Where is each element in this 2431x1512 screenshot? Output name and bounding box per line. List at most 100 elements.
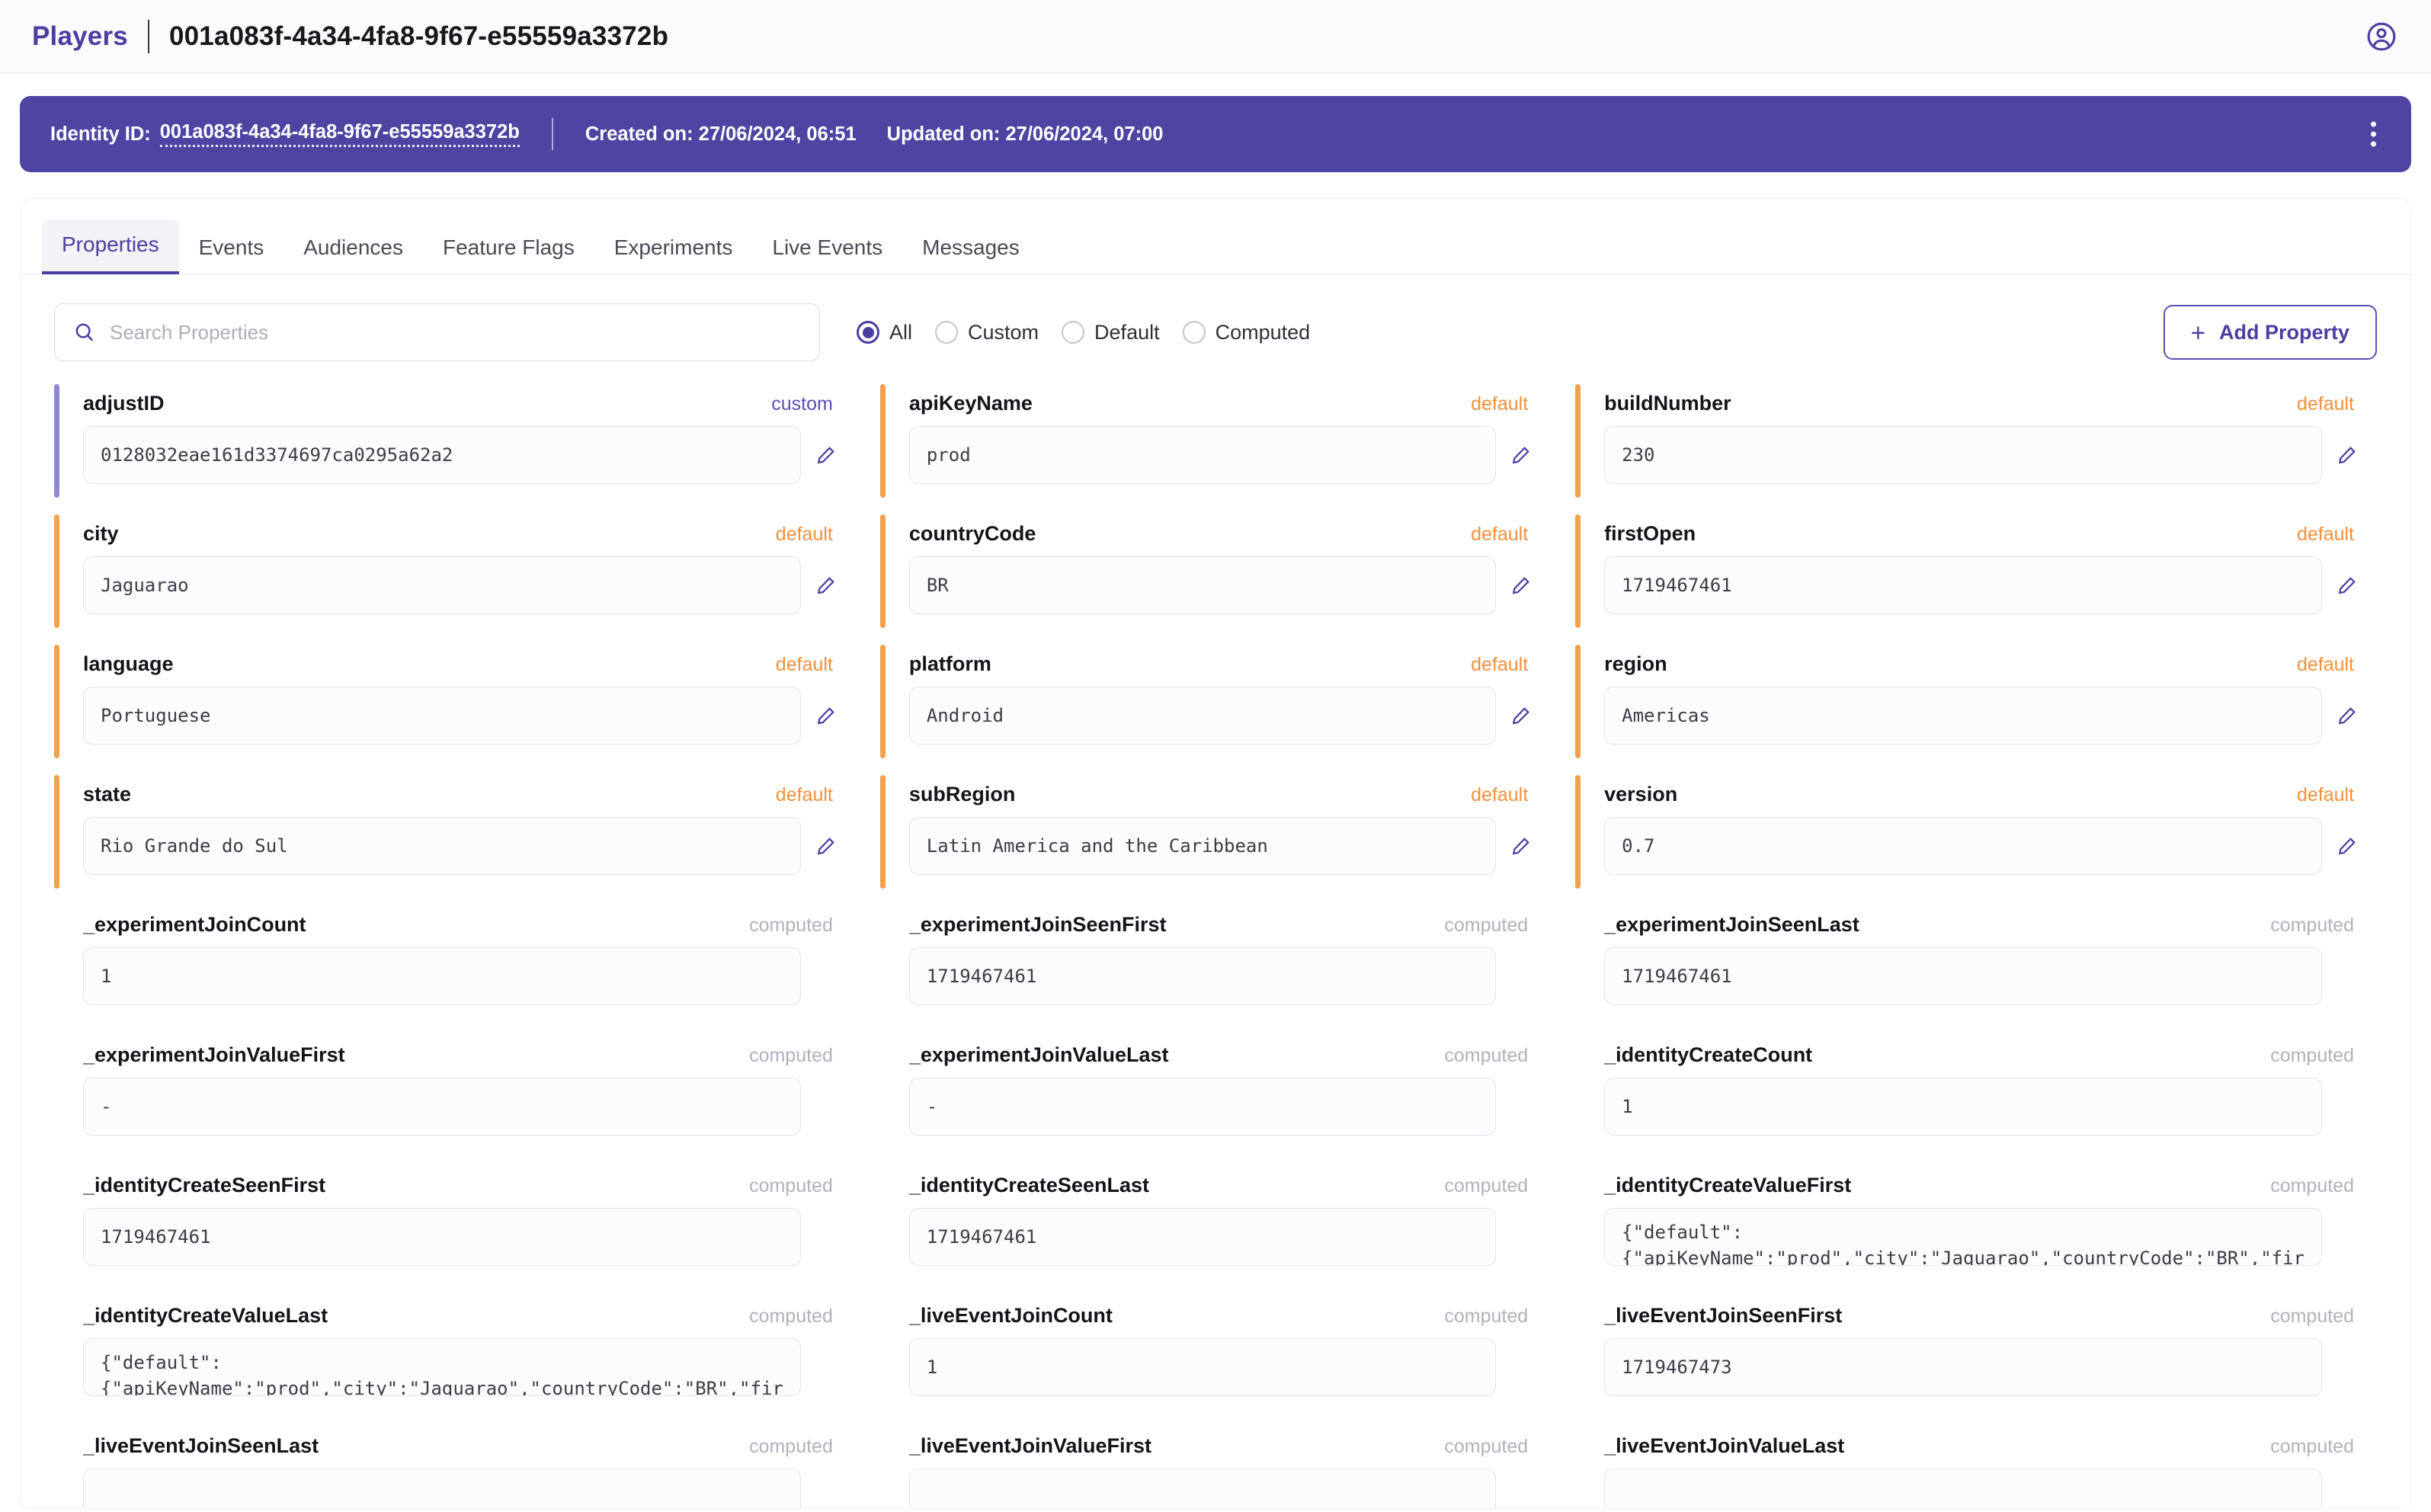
property-name: buildNumber (1604, 392, 1731, 415)
property-card-header: adjustID custom (71, 392, 839, 415)
filter-radio-default[interactable]: Default (1062, 321, 1160, 344)
filter-toolbar: All Custom Default Computed + Add Property (21, 274, 2410, 361)
property-value-box[interactable]: 1719467461 (1604, 556, 2322, 614)
property-value-box[interactable] (83, 1469, 801, 1508)
search-properties-box[interactable] (54, 303, 820, 361)
radio-indicator (1182, 321, 1206, 344)
edit-pencil-icon[interactable] (813, 574, 839, 597)
tab-feature-flags[interactable]: Feature Flags (423, 223, 594, 274)
property-name: _identityCreateSeenLast (908, 1174, 1149, 1196)
property-name: platform (908, 652, 991, 675)
tab-live-events[interactable]: Live Events (752, 223, 902, 274)
filter-radio-label: Default (1094, 320, 1160, 344)
edit-pencil-icon[interactable] (2334, 574, 2360, 597)
property-value-box[interactable]: - (83, 1078, 801, 1136)
property-value-text: BR (926, 575, 949, 596)
edit-pencil-icon[interactable] (2334, 704, 2360, 727)
property-value-box[interactable]: 1719467461 (908, 947, 1497, 1005)
property-value-box[interactable]: {"default": {"apiKeyName":"prod","city":… (83, 1338, 801, 1396)
property-name: _experimentJoinCount (83, 913, 306, 936)
property-value-box[interactable]: 1 (83, 947, 801, 1005)
property-type-badge: default (2296, 784, 2354, 806)
property-value-text: 1 (1622, 1096, 1633, 1117)
property-value-text: - (926, 1096, 938, 1117)
edit-pencil-icon[interactable] (1508, 574, 1534, 597)
property-card: _identityCreateValueFirst computed {"defau… (1575, 1160, 2377, 1290)
property-type-badge: computed (2270, 1305, 2354, 1327)
property-type-badge: computed (749, 915, 833, 936)
property-value-box[interactable]: - (908, 1078, 1497, 1136)
property-card: city default Jaguarao (54, 508, 856, 639)
property-value-box[interactable]: 0.7 (1604, 817, 2322, 875)
property-value-box[interactable]: 1 (1604, 1078, 2322, 1136)
property-value-text: {"default": {"apiKeyName":"prod","city":… (1622, 1222, 2304, 1266)
edit-pencil-icon[interactable] (2334, 444, 2360, 466)
property-value-box[interactable]: Rio Grande do Sul (83, 817, 801, 875)
property-card: _experimentJoinValueFirst computed - (54, 1030, 856, 1160)
tab-experiments[interactable]: Experiments (594, 223, 753, 274)
property-card: _liveEventJoinValueLast computed (1575, 1421, 2377, 1508)
property-name: countryCode (908, 522, 1036, 545)
property-card: countryCode default BR (879, 508, 1552, 639)
tab-messages[interactable]: Messages (902, 223, 1039, 274)
filter-radio-custom[interactable]: Custom (935, 321, 1039, 344)
identity-id-label: Identity ID: (50, 123, 151, 145)
property-value-text: 1719467473 (1622, 1357, 1732, 1378)
property-value-box[interactable]: Latin America and the Caribbean (908, 817, 1497, 875)
property-name: region (1604, 652, 1667, 675)
property-value-box[interactable]: 1719467461 (908, 1208, 1497, 1266)
edit-pencil-icon[interactable] (813, 704, 839, 727)
property-value-box[interactable]: Android (908, 687, 1497, 745)
property-type-badge: computed (2270, 915, 2354, 936)
filter-radio-all[interactable]: All (857, 321, 912, 344)
property-value-row: Rio Grande do Sul (71, 817, 839, 875)
property-value-box[interactable]: prod (908, 426, 1497, 484)
property-card: _liveEventJoinSeenLast computed (54, 1421, 856, 1508)
property-value-box[interactable]: 0128032eae161d3374697ca0295a62a2 (83, 426, 801, 484)
tab-properties[interactable]: Properties (42, 219, 179, 274)
edit-pencil-icon[interactable] (1508, 704, 1534, 727)
property-value-box[interactable]: 1719467461 (1604, 947, 2322, 1005)
property-type-badge: default (2296, 524, 2354, 545)
property-card: firstOpen default 1719467461 (1575, 508, 2377, 639)
property-card-header: _liveEventJoinValueLast computed (1592, 1434, 2360, 1458)
property-value-text: Rio Grande do Sul (101, 835, 288, 857)
property-value-text: 1719467461 (926, 1226, 1037, 1248)
property-card: version default 0.7 (1575, 769, 2377, 899)
more-vertical-icon[interactable] (2365, 116, 2382, 153)
filter-radio-computed[interactable]: Computed (1182, 321, 1310, 344)
property-value-row: 1 (897, 1338, 1534, 1396)
property-value-box[interactable]: 230 (1604, 426, 2322, 484)
edit-pencil-icon[interactable] (2334, 834, 2360, 857)
property-value-box[interactable] (1604, 1469, 2322, 1508)
property-card-header: countryCode default (897, 522, 1534, 546)
property-value-box[interactable]: 1719467473 (1604, 1338, 2322, 1396)
breadcrumb-players[interactable]: Players (32, 21, 128, 52)
property-value-box[interactable]: 1719467461 (83, 1208, 801, 1266)
edit-pencil-icon[interactable] (1508, 834, 1534, 857)
account-circle-icon[interactable] (2364, 19, 2399, 54)
property-value-box[interactable]: BR (908, 556, 1497, 614)
edit-pencil-icon[interactable] (813, 444, 839, 466)
property-type-badge: computed (1444, 1436, 1529, 1457)
property-value-row (71, 1469, 839, 1508)
property-value-row: 1719467473 (1592, 1338, 2360, 1396)
identity-id-value[interactable]: 001a083f-4a34-4fa8-9f67-e55559a3372b (159, 121, 520, 147)
property-type-badge: default (2296, 393, 2354, 415)
property-value-box[interactable]: Portuguese (83, 687, 801, 745)
edit-pencil-icon[interactable] (813, 834, 839, 857)
edit-pencil-icon[interactable] (1508, 444, 1534, 466)
property-value-text: 230 (1622, 444, 1655, 466)
property-value-box[interactable] (908, 1469, 1497, 1508)
tab-events[interactable]: Events (179, 223, 284, 274)
property-name: _identityCreateValueLast (83, 1304, 328, 1327)
add-property-button[interactable]: + Add Property (2163, 305, 2377, 360)
property-value-box[interactable]: 1 (908, 1338, 1497, 1396)
property-value-box[interactable]: Jaguarao (83, 556, 801, 614)
top-bar: Players 001a083f-4a34-4fa8-9f67-e55559a3… (0, 0, 2431, 73)
property-value-box[interactable]: Americas (1604, 687, 2322, 745)
tab-audiences[interactable]: Audiences (283, 223, 423, 274)
property-value-text: 1719467461 (1622, 966, 1732, 987)
property-value-box[interactable]: {"default": {"apiKeyName":"prod","city":… (1604, 1208, 2322, 1266)
search-input[interactable] (110, 320, 801, 344)
